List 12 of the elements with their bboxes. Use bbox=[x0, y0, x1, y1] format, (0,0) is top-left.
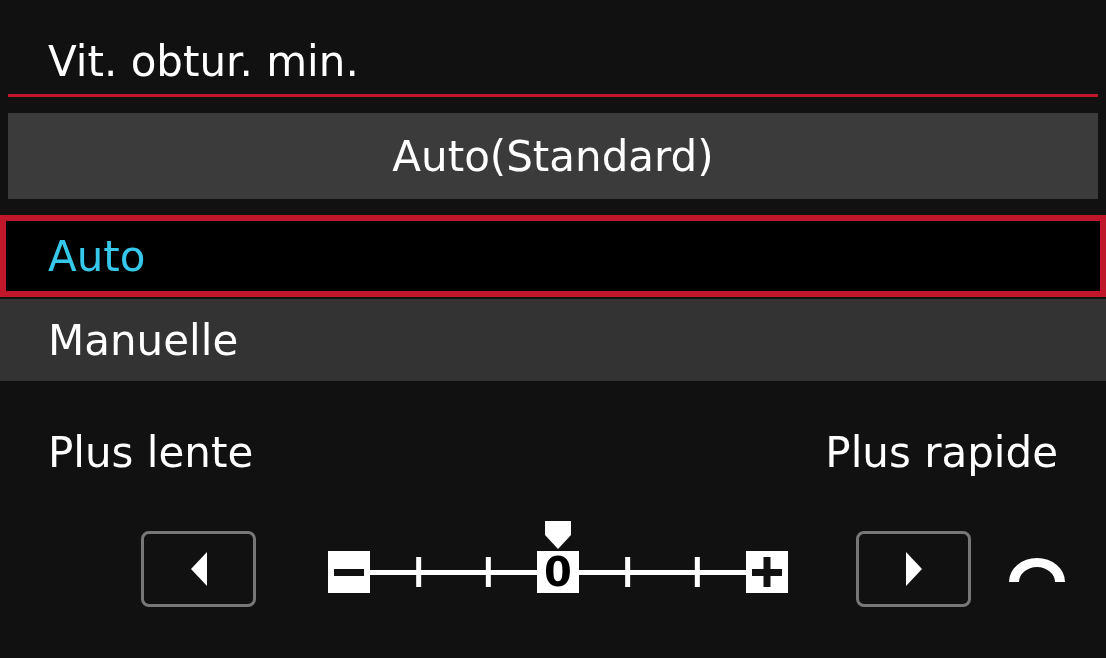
pointer-icon bbox=[543, 521, 573, 549]
zero-label: 0 bbox=[537, 551, 579, 593]
option-item[interactable]: Auto bbox=[0, 215, 1106, 297]
faster-label: Plus rapide bbox=[825, 427, 1058, 479]
slower-label: Plus lente bbox=[48, 427, 254, 479]
left-arrow-icon bbox=[188, 552, 209, 586]
right-button[interactable] bbox=[856, 531, 971, 607]
menu-title: Vit. obtur. min. bbox=[48, 36, 359, 88]
option-item[interactable]: Manuelle bbox=[0, 299, 1106, 381]
left-button[interactable] bbox=[141, 531, 256, 607]
current-setting: Auto(Standard) bbox=[392, 131, 714, 181]
right-arrow-icon bbox=[903, 552, 924, 586]
